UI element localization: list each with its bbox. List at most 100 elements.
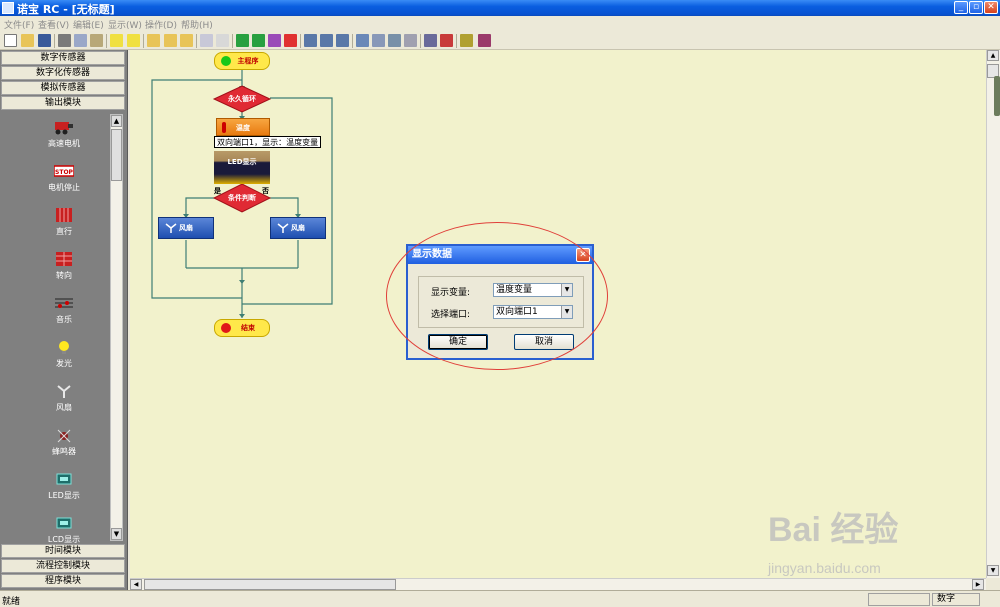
compile-icon[interactable] [356, 34, 369, 47]
open-folder-icon[interactable] [21, 34, 34, 47]
chip-icon[interactable] [388, 34, 401, 47]
module-palette: 数字传感器 数字化传感器 模拟传感器 输出模块 高速电机 STOP 电机停止 直… [0, 50, 128, 590]
palette-item-light[interactable]: 发光 [20, 336, 108, 378]
menu-operate[interactable]: 操作(D) [145, 18, 177, 31]
palette-item-high-speed-motor[interactable]: 高速电机 [20, 116, 108, 158]
minimize-button[interactable]: _ [954, 1, 968, 14]
save-icon[interactable] [38, 34, 51, 47]
palette-item-label: 发光 [56, 359, 72, 368]
palette-item-forward[interactable]: 直行 [20, 204, 108, 246]
scroll-left-icon[interactable]: ◀ [130, 579, 142, 590]
end-node-label: 结束 [241, 324, 255, 332]
folder-icon[interactable] [147, 34, 160, 47]
palette-item-label: 高速电机 [48, 139, 80, 148]
scroll-up-icon[interactable]: ▲ [111, 115, 122, 127]
document-icon[interactable] [372, 34, 385, 47]
download-device-icon[interactable] [460, 34, 473, 47]
palette-item-motor-stop[interactable]: STOP 电机停止 [20, 160, 108, 202]
scroll-down-icon[interactable]: ▼ [987, 565, 999, 576]
run-icon[interactable] [424, 34, 437, 47]
menu-view[interactable]: 查看(V) [38, 18, 69, 31]
close-button[interactable]: ✕ [984, 1, 998, 14]
zoom-minus-icon[interactable] [127, 34, 140, 47]
start-node[interactable]: 主程序 [214, 52, 270, 70]
scroll-down-icon[interactable]: ▼ [111, 528, 122, 540]
folder-delete-icon[interactable] [164, 34, 177, 47]
scroll-thumb[interactable] [111, 129, 122, 181]
category-digitized-sensor[interactable]: 数字化传感器 [1, 66, 125, 80]
menu-file[interactable]: 文件(F) [4, 18, 34, 31]
yes-branch-label: 是 [214, 187, 221, 195]
palette-item-led-display[interactable]: LED显示 [20, 468, 108, 510]
new-file-icon[interactable] [4, 34, 17, 47]
fan-icon [277, 222, 289, 242]
scroll-right-icon[interactable]: ▶ [972, 579, 984, 590]
toolbar-separator [196, 34, 197, 48]
download-arrow-icon[interactable] [236, 34, 249, 47]
end-node[interactable]: 结束 [214, 319, 270, 337]
palette-item-label: 蜂鸣器 [52, 447, 76, 456]
end-icon [221, 323, 231, 333]
palette-item-buzzer[interactable]: 蜂鸣器 [20, 424, 108, 466]
pen-icon[interactable] [268, 34, 281, 47]
palette-item-label: LED显示 [48, 491, 80, 500]
toolbar-separator [106, 34, 107, 48]
redo-icon[interactable] [216, 34, 229, 47]
palette-item-label: 风扇 [56, 403, 72, 412]
toolbar-separator [300, 34, 301, 48]
restore-button[interactable]: ▫ [969, 1, 983, 14]
palette-item-label: 音乐 [56, 315, 72, 324]
zoom-in-icon[interactable] [320, 34, 333, 47]
buzzer-icon [54, 427, 74, 443]
upload-arrow-icon[interactable] [252, 34, 265, 47]
check-icon[interactable] [440, 34, 453, 47]
palette-item-fan[interactable]: 风扇 [20, 380, 108, 422]
toolbar [0, 32, 1000, 50]
fan-node-right[interactable]: 风扇 [270, 217, 326, 239]
status-panel-empty [868, 593, 930, 606]
toolbar-separator [352, 34, 353, 48]
condition-node-label[interactable]: 条件判断 [218, 193, 266, 203]
fan-node-left[interactable]: 风扇 [158, 217, 214, 239]
undo-icon[interactable] [200, 34, 213, 47]
menu-display[interactable]: 显示(W) [108, 18, 142, 31]
category-flow-control[interactable]: 流程控制模块 [1, 559, 125, 573]
scroll-thumb[interactable] [144, 579, 396, 590]
canvas-vertical-scrollbar[interactable]: ▲ ▼ [986, 50, 1000, 578]
zoom-out-icon[interactable] [304, 34, 317, 47]
palette-item-label: 直行 [56, 227, 72, 236]
zoom-fit-icon[interactable] [336, 34, 349, 47]
paste-icon[interactable] [90, 34, 103, 47]
fan-icon [165, 222, 177, 242]
category-analog-sensor[interactable]: 模拟传感器 [1, 81, 125, 95]
folder-add-icon[interactable] [180, 34, 193, 47]
scroll-up-icon[interactable]: ▲ [987, 50, 999, 61]
help-book-icon[interactable] [478, 34, 491, 47]
delete-x-icon[interactable] [284, 34, 297, 47]
svg-text:STOP: STOP [55, 169, 74, 176]
cut-icon[interactable] [58, 34, 71, 47]
toolbar-separator [420, 34, 421, 48]
comment-icon[interactable] [404, 34, 417, 47]
palette-item-turn[interactable]: 转向 [20, 248, 108, 290]
category-digital-sensor[interactable]: 数字传感器 [1, 51, 125, 65]
category-program-module[interactable]: 程序模块 [1, 574, 125, 588]
menu-edit[interactable]: 编辑(E) [73, 18, 104, 31]
loop-node-label[interactable]: 永久循环 [216, 94, 268, 104]
temperature-node[interactable]: 温度 [216, 118, 270, 136]
zoom-plus-icon[interactable] [110, 34, 123, 47]
copy-icon[interactable] [74, 34, 87, 47]
palette-item-music[interactable]: 音乐 [20, 292, 108, 334]
fan-node-label: 风扇 [291, 224, 305, 232]
music-icon [54, 295, 74, 311]
led-display-node[interactable]: LED显示 [214, 151, 270, 184]
side-handle[interactable] [994, 76, 1000, 116]
bulb-icon [54, 339, 74, 355]
palette-scrollbar[interactable]: ▲ ▼ [110, 114, 123, 541]
category-output-module[interactable]: 输出模块 [1, 96, 125, 110]
no-branch-label: 否 [262, 187, 269, 195]
toolbar-separator [456, 34, 457, 48]
status-bar: 就绪 数字 [0, 590, 1000, 607]
menu-help[interactable]: 帮助(H) [181, 18, 213, 31]
category-time-module[interactable]: 时间模块 [1, 544, 125, 558]
